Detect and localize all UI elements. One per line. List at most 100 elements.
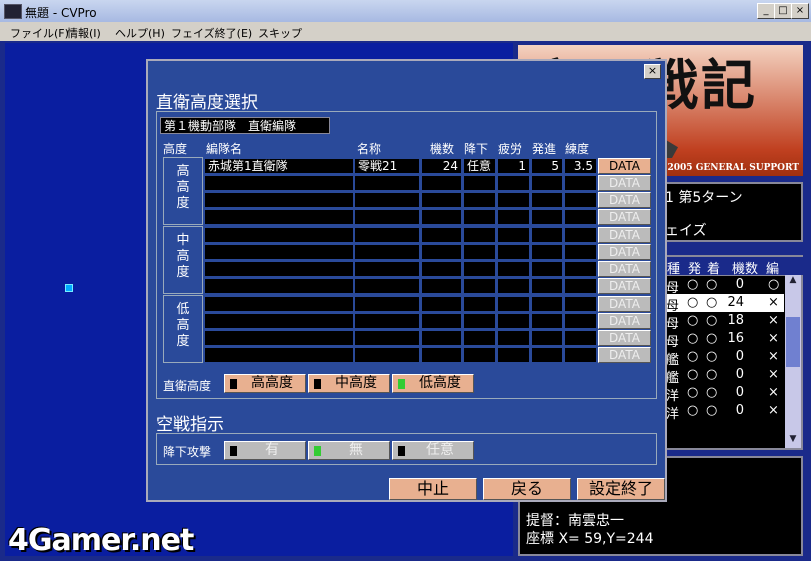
altitude-mid-button[interactable]: 中高度 (308, 374, 390, 393)
grid-cell-unit[interactable] (204, 313, 354, 329)
grid-cell-descent[interactable] (463, 313, 496, 329)
grid-cell-name[interactable] (354, 347, 420, 363)
grid-cell-skill[interactable] (564, 261, 597, 277)
data-button[interactable]: DATA (598, 192, 651, 208)
grid-cell-descent[interactable] (463, 347, 496, 363)
scroll-thumb[interactable] (786, 317, 800, 367)
grid-cell-launch[interactable] (531, 209, 563, 225)
grid-cell-count[interactable] (421, 330, 462, 346)
grid-cell-descent[interactable] (463, 175, 496, 191)
grid-cell-count[interactable] (421, 192, 462, 208)
altitude-low-button[interactable]: 低高度 (392, 374, 474, 393)
data-button[interactable]: DATA (598, 313, 651, 329)
altitude-high-button[interactable]: 高高度 (224, 374, 306, 393)
grid-cell-name[interactable] (354, 296, 420, 312)
grid-cell-launch[interactable] (531, 192, 563, 208)
grid-cell-unit[interactable] (204, 192, 354, 208)
grid-cell-fatigue[interactable] (497, 313, 530, 329)
grid-cell-fatigue[interactable] (497, 209, 530, 225)
grid-cell-count[interactable] (421, 313, 462, 329)
data-button[interactable]: DATA (598, 227, 651, 243)
grid-cell-count[interactable] (421, 227, 462, 243)
grid-cell-fatigue[interactable] (497, 175, 530, 191)
grid-cell-unit[interactable] (204, 244, 354, 260)
grid-cell-launch[interactable] (531, 330, 563, 346)
grid-cell-unit[interactable] (204, 227, 354, 243)
grid-cell-launch[interactable] (531, 296, 563, 312)
grid-cell-skill[interactable] (564, 244, 597, 260)
data-button[interactable]: DATA (598, 261, 651, 277)
grid-cell-fatigue[interactable]: 1 (497, 158, 530, 174)
grid-cell-name[interactable] (354, 175, 420, 191)
data-button[interactable]: DATA (598, 347, 651, 363)
grid-cell-unit[interactable] (204, 175, 354, 191)
grid-cell-unit[interactable] (204, 296, 354, 312)
grid-cell-skill[interactable] (564, 175, 597, 191)
grid-cell-skill[interactable] (564, 209, 597, 225)
grid-cell-descent[interactable] (463, 192, 496, 208)
dive-yes-button[interactable]: 有 (224, 441, 306, 460)
grid-cell-count[interactable] (421, 209, 462, 225)
grid-cell-descent[interactable] (463, 209, 496, 225)
grid-cell-count[interactable] (421, 175, 462, 191)
data-button[interactable]: DATA (598, 296, 651, 312)
grid-cell-launch[interactable] (531, 175, 563, 191)
menu-end-phase[interactable]: フェイズ終了(E) (171, 25, 252, 41)
grid-cell-skill[interactable] (564, 347, 597, 363)
close-window-button[interactable]: × (791, 3, 809, 19)
back-button[interactable]: 戻る (483, 478, 571, 500)
minimize-button[interactable]: _ (757, 3, 775, 19)
dive-optional-button[interactable]: 任意 (392, 441, 474, 460)
grid-cell-skill[interactable] (564, 227, 597, 243)
grid-cell-name[interactable] (354, 278, 420, 294)
grid-cell-fatigue[interactable] (497, 296, 530, 312)
grid-cell-launch[interactable] (531, 244, 563, 260)
grid-cell-count[interactable]: 24 (421, 158, 462, 174)
dive-no-button[interactable]: 無 (308, 441, 390, 460)
grid-cell-skill[interactable] (564, 330, 597, 346)
grid-cell-unit[interactable] (204, 330, 354, 346)
grid-cell-launch[interactable] (531, 347, 563, 363)
finish-settings-button[interactable]: 設定終了 (577, 478, 665, 500)
grid-cell-descent[interactable] (463, 330, 496, 346)
grid-cell-fatigue[interactable] (497, 192, 530, 208)
grid-cell-name[interactable] (354, 192, 420, 208)
grid-cell-fatigue[interactable] (497, 227, 530, 243)
grid-cell-descent[interactable] (463, 244, 496, 260)
grid-cell-descent[interactable] (463, 296, 496, 312)
scroll-up-button[interactable]: ▲ (786, 275, 800, 289)
grid-cell-name[interactable] (354, 227, 420, 243)
grid-cell-count[interactable] (421, 261, 462, 277)
grid-cell-name[interactable] (354, 261, 420, 277)
grid-cell-name[interactable] (354, 244, 420, 260)
maximize-button[interactable]: □ (774, 3, 792, 19)
grid-cell-fatigue[interactable] (497, 244, 530, 260)
grid-cell-skill[interactable] (564, 278, 597, 294)
grid-cell-unit[interactable] (204, 347, 354, 363)
grid-cell-count[interactable] (421, 244, 462, 260)
data-button[interactable]: DATA (598, 175, 651, 191)
grid-cell-fatigue[interactable] (497, 261, 530, 277)
grid-cell-name[interactable] (354, 330, 420, 346)
grid-cell-fatigue[interactable] (497, 330, 530, 346)
grid-cell-count[interactable] (421, 278, 462, 294)
fleet-marker[interactable] (65, 284, 73, 292)
menu-skip[interactable]: スキップ (258, 25, 302, 41)
grid-cell-name[interactable] (354, 313, 420, 329)
grid-cell-name[interactable] (354, 209, 420, 225)
grid-cell-launch[interactable] (531, 227, 563, 243)
menu-info[interactable]: 情報(I) (67, 25, 101, 41)
grid-cell-launch[interactable] (531, 278, 563, 294)
data-button[interactable]: DATA (598, 330, 651, 346)
grid-cell-count[interactable] (421, 347, 462, 363)
scroll-down-button[interactable]: ▼ (786, 434, 800, 448)
grid-cell-count[interactable] (421, 296, 462, 312)
dialog-close-button[interactable]: × (644, 64, 661, 79)
data-button[interactable]: DATA (598, 278, 651, 294)
grid-cell-fatigue[interactable] (497, 278, 530, 294)
grid-cell-unit[interactable] (204, 209, 354, 225)
fleet-list-scrollbar[interactable]: ▲ ▼ (785, 275, 801, 448)
grid-cell-skill[interactable]: 3.5 (564, 158, 597, 174)
grid-cell-unit[interactable] (204, 261, 354, 277)
data-button[interactable]: DATA (598, 209, 651, 225)
